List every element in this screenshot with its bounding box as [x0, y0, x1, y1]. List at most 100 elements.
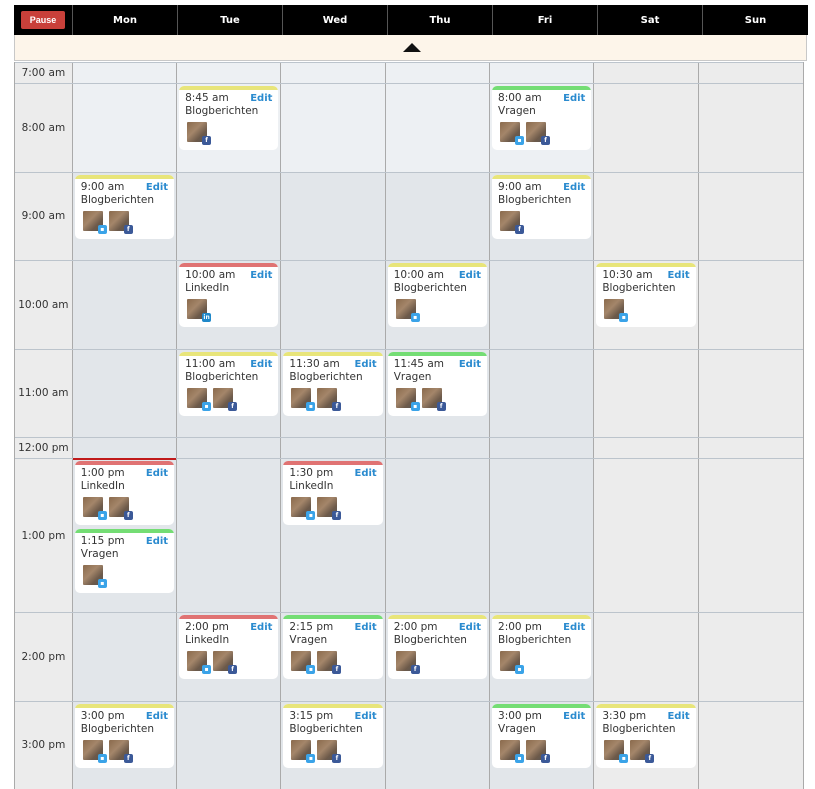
scheduled-post-card[interactable]: 3:15 pmEditBlogberichten▪f [283, 704, 382, 768]
slot-thu[interactable] [386, 459, 490, 612]
slot-thu[interactable]: 10:00 amEditBlogberichten▪ [386, 261, 490, 349]
collapse-up-arrow-icon[interactable] [403, 43, 421, 52]
edit-link[interactable]: Edit [667, 269, 689, 282]
slot-wed[interactable] [281, 84, 385, 172]
slot-sat[interactable] [594, 613, 698, 701]
pause-button[interactable]: Pause [21, 11, 65, 29]
slot-fri[interactable] [490, 438, 594, 458]
scheduled-post-card[interactable]: 10:30 amEditBlogberichten▪ [596, 263, 695, 327]
slot-wed[interactable]: 11:30 amEditBlogberichten▪f [281, 350, 385, 438]
slot-sat[interactable] [594, 84, 698, 172]
scheduled-post-card[interactable]: 11:30 amEditBlogberichten▪f [283, 352, 382, 416]
slot-tue[interactable]: 2:00 pmEditLinkedIn▪f [177, 613, 281, 701]
edit-link[interactable]: Edit [459, 358, 481, 371]
slot-mon[interactable]: 9:00 amEditBlogberichten▪f [73, 173, 177, 261]
scheduled-post-card[interactable]: 9:00 amEditBlogberichten▪f [75, 175, 174, 239]
slot-sat[interactable] [594, 438, 698, 458]
edit-link[interactable]: Edit [563, 621, 585, 634]
slot-tue[interactable]: 11:00 amEditBlogberichten▪f [177, 350, 281, 438]
slot-thu[interactable]: 2:00 pmEditBlogberichtenf [386, 613, 490, 701]
edit-link[interactable]: Edit [667, 710, 689, 723]
slot-sat[interactable]: 10:30 amEditBlogberichten▪ [594, 261, 698, 349]
slot-wed[interactable] [281, 438, 385, 458]
edit-link[interactable]: Edit [250, 358, 272, 371]
scheduled-post-card[interactable]: 2:00 pmEditLinkedIn▪f [179, 615, 278, 679]
scheduled-post-card[interactable]: 8:45 amEditBlogberichtenf [179, 86, 278, 150]
slot-thu[interactable] [386, 84, 490, 172]
scheduled-post-card[interactable]: 10:00 amEditLinkedInin [179, 263, 278, 327]
edit-link[interactable]: Edit [146, 710, 168, 723]
slot-fri[interactable]: 8:00 amEditVragen▪f [490, 84, 594, 172]
slot-wed[interactable]: 2:15 pmEditVragen▪f [281, 613, 385, 701]
scheduled-post-card[interactable]: 11:00 amEditBlogberichten▪f [179, 352, 278, 416]
edit-link[interactable]: Edit [250, 92, 272, 105]
slot-sun[interactable] [699, 702, 803, 789]
slot-mon[interactable]: 1:00 pmEditLinkedIn▪f1:15 pmEditVragen▪ [73, 459, 177, 612]
slot-tue[interactable] [177, 438, 281, 458]
edit-link[interactable]: Edit [563, 710, 585, 723]
slot-mon[interactable] [73, 613, 177, 701]
slot-sat[interactable] [594, 63, 698, 83]
slot-sat[interactable] [594, 459, 698, 612]
edit-link[interactable]: Edit [250, 269, 272, 282]
scheduled-post-card[interactable]: 3:00 pmEditVragen▪f [492, 704, 591, 768]
collapse-bar[interactable] [14, 35, 807, 61]
slot-sun[interactable] [699, 63, 803, 83]
slot-fri[interactable]: 2:00 pmEditBlogberichten▪ [490, 613, 594, 701]
slot-fri[interactable]: 3:00 pmEditVragen▪f [490, 702, 594, 789]
edit-link[interactable]: Edit [146, 535, 168, 548]
scheduled-post-card[interactable]: 1:30 pmEditLinkedIn▪f [283, 461, 382, 525]
slot-sun[interactable] [699, 438, 803, 458]
edit-link[interactable]: Edit [146, 181, 168, 194]
slot-sun[interactable] [699, 613, 803, 701]
slot-sat[interactable] [594, 350, 698, 438]
slot-mon[interactable] [73, 438, 177, 458]
edit-link[interactable]: Edit [563, 181, 585, 194]
scheduled-post-card[interactable]: 11:45 amEditVragen▪f [388, 352, 487, 416]
edit-link[interactable]: Edit [459, 269, 481, 282]
slot-wed[interactable]: 3:15 pmEditBlogberichten▪f [281, 702, 385, 789]
scheduled-post-card[interactable]: 9:00 amEditBlogberichtenf [492, 175, 591, 239]
slot-tue[interactable] [177, 173, 281, 261]
edit-link[interactable]: Edit [355, 467, 377, 480]
scheduled-post-card[interactable]: 1:15 pmEditVragen▪ [75, 529, 174, 593]
edit-link[interactable]: Edit [459, 621, 481, 634]
slot-sun[interactable] [699, 350, 803, 438]
slot-sun[interactable] [699, 261, 803, 349]
edit-link[interactable]: Edit [146, 467, 168, 480]
slot-fri[interactable]: 9:00 amEditBlogberichtenf [490, 173, 594, 261]
slot-sun[interactable] [699, 459, 803, 612]
slot-fri[interactable] [490, 459, 594, 612]
slot-mon[interactable] [73, 63, 177, 83]
edit-link[interactable]: Edit [563, 92, 585, 105]
slot-wed[interactable] [281, 261, 385, 349]
slot-thu[interactable] [386, 173, 490, 261]
slot-wed[interactable]: 1:30 pmEditLinkedIn▪f [281, 459, 385, 612]
slot-tue[interactable] [177, 63, 281, 83]
scheduled-post-card[interactable]: 2:15 pmEditVragen▪f [283, 615, 382, 679]
slot-fri[interactable] [490, 350, 594, 438]
slot-sat[interactable]: 3:30 pmEditBlogberichten▪f [594, 702, 698, 789]
slot-thu[interactable] [386, 438, 490, 458]
edit-link[interactable]: Edit [355, 710, 377, 723]
slot-thu[interactable] [386, 63, 490, 83]
scheduled-post-card[interactable]: 2:00 pmEditBlogberichten▪ [492, 615, 591, 679]
edit-link[interactable]: Edit [355, 621, 377, 634]
edit-link[interactable]: Edit [250, 621, 272, 634]
slot-fri[interactable] [490, 261, 594, 349]
scheduled-post-card[interactable]: 2:00 pmEditBlogberichtenf [388, 615, 487, 679]
slot-mon[interactable]: 3:00 pmEditBlogberichten▪f [73, 702, 177, 789]
scheduled-post-card[interactable]: 3:00 pmEditBlogberichten▪f [75, 704, 174, 768]
slot-tue[interactable]: 8:45 amEditBlogberichtenf [177, 84, 281, 172]
slot-fri[interactable] [490, 63, 594, 83]
slot-tue[interactable] [177, 702, 281, 789]
scheduled-post-card[interactable]: 8:00 amEditVragen▪f [492, 86, 591, 150]
slot-sat[interactable] [594, 173, 698, 261]
scheduled-post-card[interactable]: 3:30 pmEditBlogberichten▪f [596, 704, 695, 768]
slot-wed[interactable] [281, 63, 385, 83]
slot-mon[interactable] [73, 261, 177, 349]
scheduled-post-card[interactable]: 10:00 amEditBlogberichten▪ [388, 263, 487, 327]
scheduled-post-card[interactable]: 1:00 pmEditLinkedIn▪f [75, 461, 174, 525]
edit-link[interactable]: Edit [355, 358, 377, 371]
slot-tue[interactable] [177, 459, 281, 612]
